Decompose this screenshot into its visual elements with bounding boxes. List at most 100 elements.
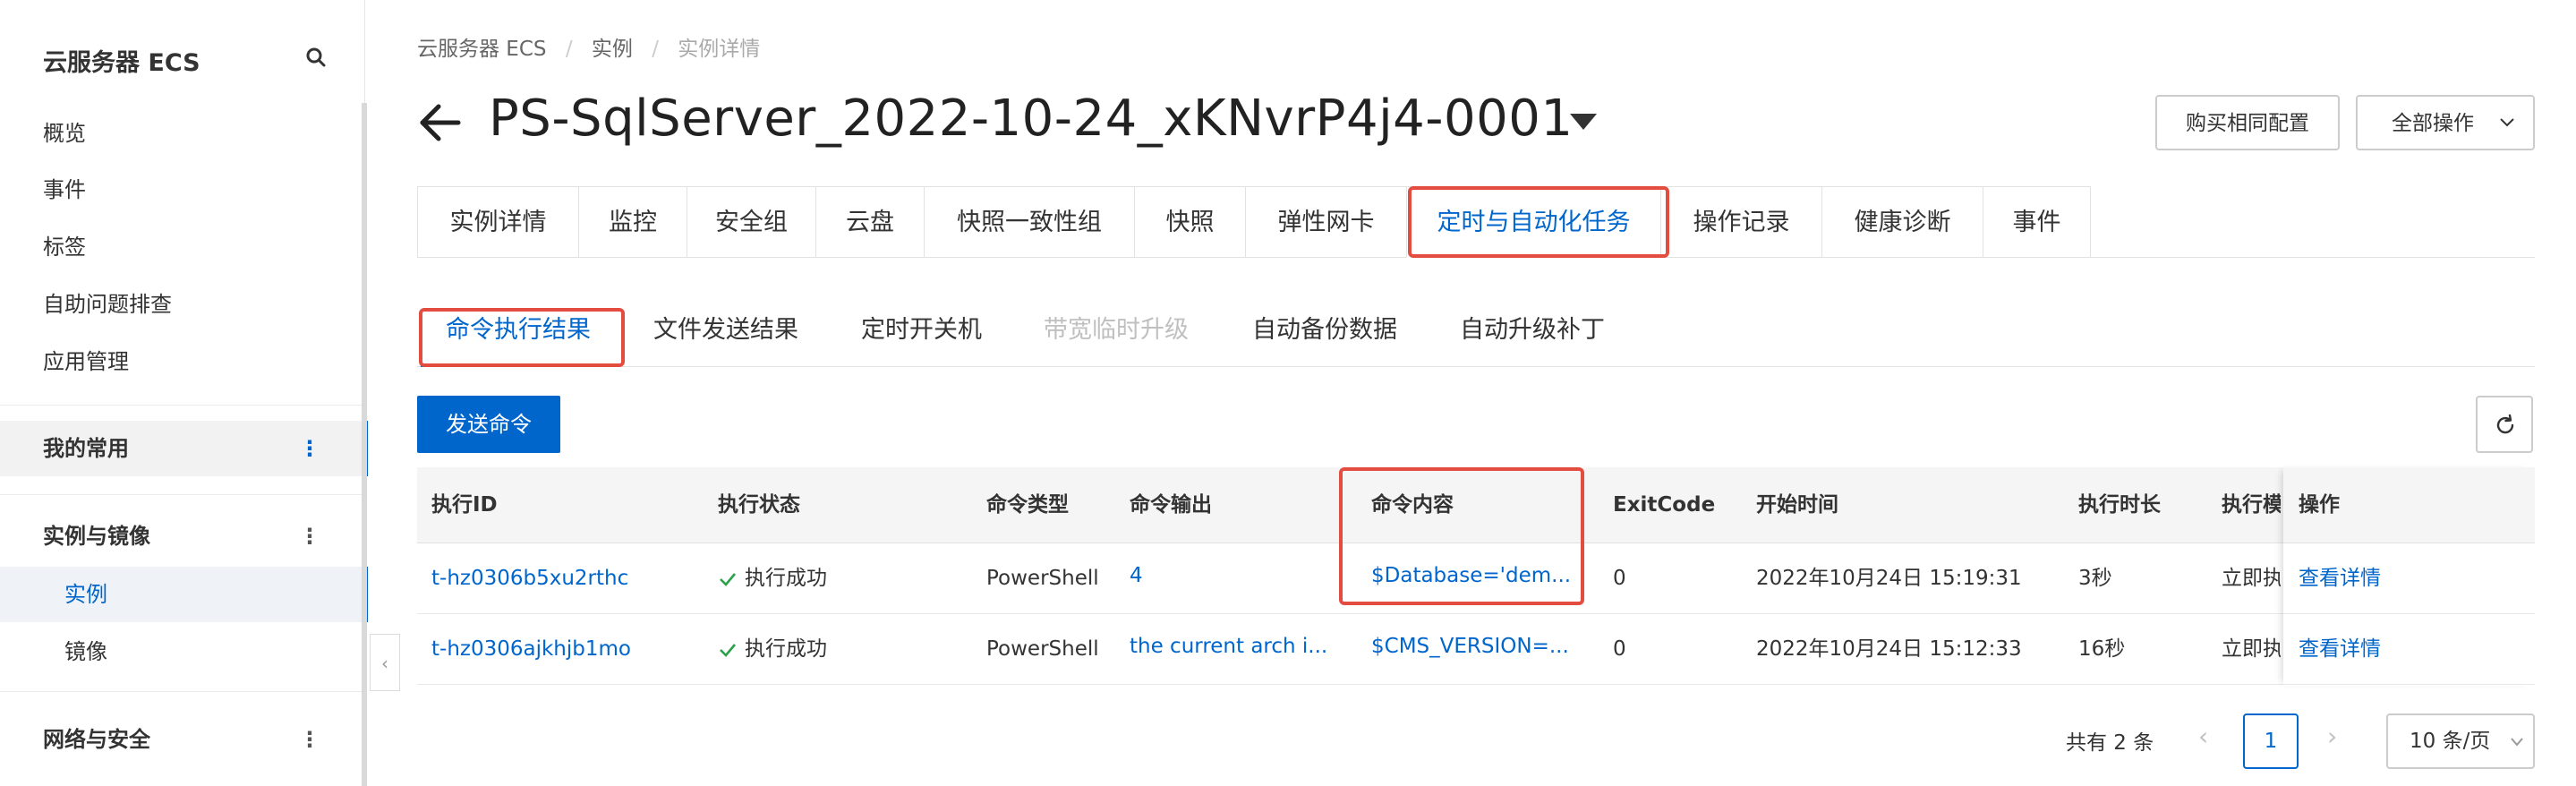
mode-cell: 立即执 [2222, 637, 2281, 661]
exit-code-cell: 0 [1613, 567, 1626, 590]
tab-security-group[interactable]: 安全组 [687, 186, 815, 258]
sidebar-group-instances-images[interactable]: 实例与镜像 ⋮ [0, 508, 362, 564]
column-header: 命令输出 [1130, 493, 1212, 517]
highlight-box [1339, 467, 1584, 605]
column-header: 执行ID [431, 493, 498, 517]
sidebar-title: 云服务器 ECS [43, 49, 200, 77]
more-icon[interactable]: ⋮ [299, 508, 320, 564]
start-time-cell: 2022年10月24日 15:19:31 [1756, 567, 2022, 590]
sidebar-item-tags[interactable]: 标签 [43, 229, 86, 265]
tab-events[interactable]: 事件 [1983, 186, 2091, 258]
all-actions-label: 全部操作 [2392, 112, 2474, 135]
duration-cell: 16秒 [2078, 637, 2126, 661]
breadcrumb-separator: / [652, 38, 659, 61]
caret-down-icon[interactable] [1570, 112, 1597, 132]
sidebar-group-network-security[interactable]: 网络与安全 ⋮ [0, 712, 362, 767]
execution-id-link[interactable]: t-hz0306ajkhjb1mo [431, 614, 631, 684]
tab-elastic-nic[interactable]: 弹性网卡 [1245, 186, 1406, 258]
instance-tabs: 实例详情 监控 安全组 云盘 快照一致性组 快照 弹性网卡 定时与自动化任务 操… [417, 186, 2535, 258]
execution-id-link[interactable]: t-hz0306b5xu2rthc [431, 543, 628, 613]
more-icon[interactable]: ⋮ [299, 712, 320, 767]
back-arrow-icon[interactable] [417, 100, 462, 145]
duration-cell: 3秒 [2078, 567, 2112, 590]
sidebar-item-instances[interactable]: 实例 [0, 567, 362, 622]
check-icon [720, 572, 736, 586]
status-text: 执行成功 [745, 637, 827, 661]
sidebar-item-app-management[interactable]: 应用管理 [43, 344, 129, 380]
column-header: 执行状态 [718, 493, 800, 517]
status-text: 执行成功 [745, 567, 827, 590]
tab-instance-details[interactable]: 实例详情 [417, 186, 578, 258]
sidebar-divider [0, 494, 362, 495]
column-header: 执行模 [2222, 493, 2281, 517]
chevron-down-icon [2500, 118, 2514, 127]
sidebar-scrollbar[interactable] [362, 103, 367, 786]
breadcrumb: 云服务器 ECS / 实例 / 实例详情 [417, 31, 760, 62]
sidebar-item-images[interactable]: 镜像 [0, 624, 362, 679]
sidebar-divider [0, 405, 362, 406]
exit-code-cell: 0 [1613, 637, 1626, 661]
refresh-icon [2496, 414, 2514, 434]
tab-cloud-disk[interactable]: 云盘 [815, 186, 924, 258]
page-size-label: 10 条/页 [2410, 730, 2491, 753]
command-output-link[interactable]: the current arch i... [1130, 614, 1344, 684]
sidebar-item-self-troubleshoot[interactable]: 自助问题排查 [43, 286, 172, 322]
highlight-box [419, 308, 625, 367]
sidebar-item-events[interactable]: 事件 [43, 172, 86, 208]
prev-page-button[interactable]: ‹ [2198, 722, 2208, 751]
tab-health-diagnosis[interactable]: 健康诊断 [1821, 186, 1983, 258]
breadcrumb-instances[interactable]: 实例 [592, 31, 633, 62]
page-title: PS-SqlServer_2022-10-24_xKNvrP4j4-0001 [489, 90, 1574, 148]
subtab-auto-backup[interactable]: 自动备份数据 [1252, 310, 1397, 345]
fixed-action-column [2283, 467, 2535, 686]
column-header: 命令类型 [986, 493, 1069, 517]
subtab-bandwidth-upgrade: 带宽临时升级 [1044, 316, 1189, 344]
column-header: 开始时间 [1756, 493, 1838, 517]
sidebar-divider [0, 691, 362, 692]
start-time-cell: 2022年10月24日 15:12:33 [1756, 637, 2022, 661]
table-row: t-hz0306ajkhjb1mo 执行成功 PowerShell the cu… [417, 614, 2535, 685]
tab-operation-log[interactable]: 操作记录 [1660, 186, 1821, 258]
next-page-button[interactable]: › [2327, 722, 2337, 751]
sidebar-item-overview[interactable]: 概览 [43, 115, 86, 151]
total-count: 共有 2 条 [2066, 731, 2154, 755]
command-type-cell: PowerShell [986, 637, 1099, 661]
page-1-button[interactable]: 1 [2243, 713, 2299, 769]
buy-same-config-button[interactable]: 购买相同配置 [2155, 95, 2340, 150]
command-output-link[interactable]: 4 [1130, 543, 1344, 613]
subtab-auto-patch[interactable]: 自动升级补丁 [1460, 310, 1605, 345]
status-cell: 执行成功 [718, 614, 827, 684]
breadcrumb-ecs[interactable]: 云服务器 ECS [417, 31, 547, 62]
breadcrumb-current: 实例详情 [678, 38, 761, 61]
column-header: 执行时长 [2078, 493, 2161, 517]
search-icon[interactable] [304, 46, 328, 69]
subtabs-baseline [417, 366, 2535, 367]
refresh-button[interactable] [2476, 396, 2533, 453]
command-type-cell: PowerShell [986, 567, 1099, 590]
sidebar-group-label: 实例与镜像 [43, 524, 150, 549]
command-content-link[interactable]: $CMS_VERSION=... [1371, 614, 1570, 684]
more-icon[interactable]: ⋮ [299, 421, 320, 476]
sidebar-favorites-label: 我的常用 [43, 436, 129, 461]
highlight-box [1408, 186, 1669, 258]
main-content: 云服务器 ECS / 实例 / 实例详情 PS-SqlServer_2022-1… [417, 0, 2535, 786]
all-actions-dropdown[interactable]: 全部操作 [2356, 95, 2535, 150]
breadcrumb-separator: / [565, 38, 573, 61]
command-results-table: 执行ID 执行状态 命令类型 命令输出 命令内容 ExitCode 开始时间 执… [417, 467, 2535, 686]
collapse-sidebar-button[interactable]: ‹ [370, 634, 400, 691]
subtab-file-send-results[interactable]: 文件发送结果 [653, 310, 798, 345]
subtab-scheduled-power[interactable]: 定时开关机 [861, 310, 982, 345]
check-icon [720, 643, 736, 657]
chevron-down-icon [2511, 738, 2523, 747]
tab-snapshot-consistency-group[interactable]: 快照一致性组 [924, 186, 1134, 258]
sidebar-favorites[interactable]: 我的常用 ⋮ [0, 421, 362, 476]
tab-snapshots[interactable]: 快照 [1134, 186, 1245, 258]
send-command-button[interactable]: 发送命令 [417, 396, 560, 453]
sidebar: 云服务器 ECS 概览 事件 标签 自助问题排查 应用管理 我的常用 ⋮ 实例与… [0, 0, 368, 786]
pagination: 共有 2 条 ‹ 1 › 10 条/页 [417, 707, 2535, 770]
tab-monitoring[interactable]: 监控 [578, 186, 687, 258]
mode-cell: 立即执 [2222, 567, 2281, 590]
sub-tabs: 命令执行结果 文件发送结果 定时开关机 带宽临时升级 自动备份数据 自动升级补丁 [417, 295, 2535, 367]
page-size-select[interactable]: 10 条/页 [2386, 713, 2535, 769]
status-cell: 执行成功 [718, 543, 827, 613]
